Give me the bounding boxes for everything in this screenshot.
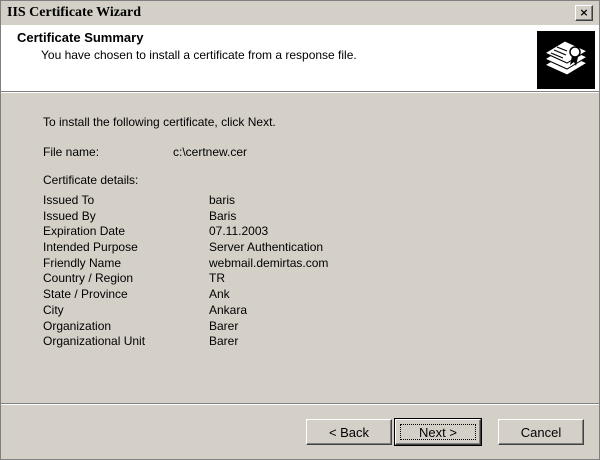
detail-value: baris — [209, 193, 236, 207]
detail-value: webmail.demirtas.com — [209, 255, 329, 270]
detail-row-friendly-name: Friendly Name webmail.demirtas.com — [43, 256, 443, 272]
detail-value: TR — [209, 271, 225, 286]
wizard-content: To install the following certificate, cl… — [1, 93, 599, 403]
cancel-button[interactable]: Cancel — [498, 419, 584, 445]
certificate-details-list: Issued To baris Issued By Baris Expirati… — [43, 193, 443, 350]
header-subtitle: You have chosen to install a certificate… — [41, 48, 357, 62]
header-title: Certificate Summary — [17, 30, 144, 45]
detail-label: Country / Region — [43, 271, 134, 286]
instruction-text: To install the following certificate, cl… — [43, 115, 276, 129]
detail-row-city: City Ankara — [43, 303, 443, 319]
back-button[interactable]: < Back — [306, 419, 392, 445]
detail-row-country-region: Country / Region TR — [43, 271, 443, 287]
file-name-value: c:\certnew.cer — [173, 145, 248, 159]
detail-value: Server Authentication — [209, 240, 324, 255]
detail-label: Friendly Name — [43, 255, 122, 270]
close-button[interactable]: × — [575, 5, 593, 21]
detail-value: Ank — [209, 287, 230, 302]
detail-row-state-province: State / Province Ank — [43, 287, 443, 303]
title-bar[interactable]: IIS Certificate Wizard × — [1, 1, 599, 25]
detail-label: Issued To — [43, 193, 95, 207]
detail-row-issued-to: Issued To baris — [43, 193, 443, 209]
cancel-button-label: Cancel — [520, 425, 562, 440]
detail-row-expiration-date: Expiration Date 07.11.2003 — [43, 224, 443, 240]
detail-label: Organization — [43, 318, 112, 333]
detail-row-intended-purpose: Intended Purpose Server Authentication — [43, 240, 443, 256]
detail-label: State / Province — [43, 287, 128, 302]
detail-value: Barer — [209, 318, 239, 333]
certificate-icon — [537, 31, 595, 89]
wizard-window: IIS Certificate Wizard × Certificate Sum… — [0, 0, 600, 460]
detail-value: Barer — [209, 334, 239, 349]
detail-row-organization: Organization Barer — [43, 319, 443, 335]
detail-row-organizational-unit: Organizational Unit Barer — [43, 334, 443, 350]
next-button[interactable]: Next > — [394, 418, 482, 446]
detail-label: Organizational Unit — [43, 334, 146, 349]
detail-label: Intended Purpose — [43, 240, 138, 255]
next-button-label: Next > — [419, 425, 457, 440]
detail-row-issued-by: Issued By Baris — [43, 209, 443, 225]
detail-label: City — [43, 302, 64, 317]
file-name-label: File name: — [43, 145, 100, 159]
detail-value: Ankara — [209, 302, 248, 317]
detail-label: Issued By — [43, 208, 96, 223]
back-button-label: < Back — [328, 425, 370, 440]
certificate-details-label: Certificate details: — [43, 173, 139, 187]
wizard-header: Certificate Summary You have chosen to i… — [1, 25, 599, 91]
window-title: IIS Certificate Wizard — [7, 5, 142, 20]
detail-value: 07.11.2003 — [209, 224, 269, 239]
detail-value: Baris — [209, 208, 237, 223]
detail-label: Expiration Date — [43, 224, 126, 239]
footer-separator — [1, 403, 599, 405]
